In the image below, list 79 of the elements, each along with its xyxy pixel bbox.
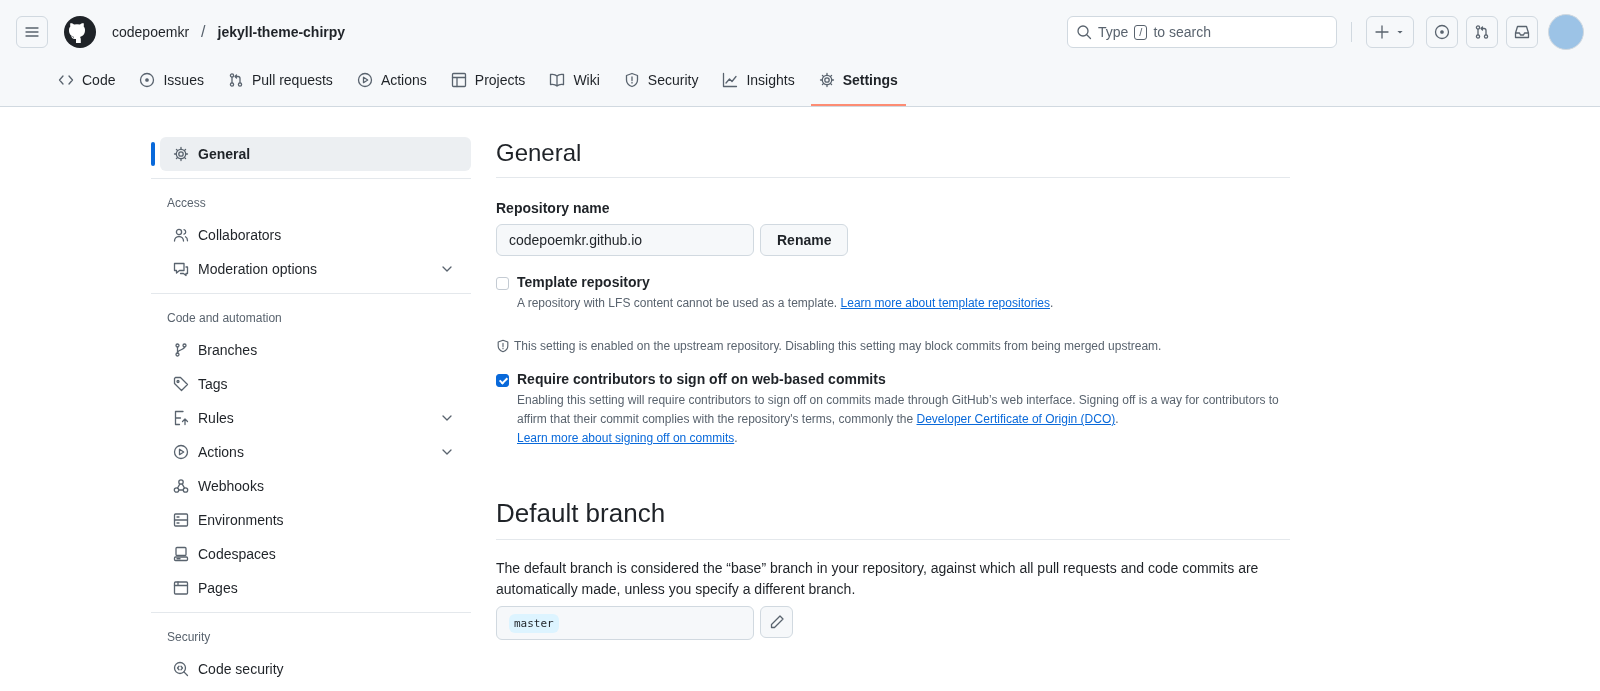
create-button[interactable] — [1366, 16, 1414, 48]
keyboard-key: / — [1134, 24, 1148, 40]
shield-icon — [623, 72, 640, 88]
path-separator: / — [201, 23, 206, 41]
sidebar-heading: Access — [166, 195, 207, 212]
repo-tab[interactable]: Projects — [442, 56, 534, 106]
repository-name-field[interactable]: codepoemkr.github.io — [496, 224, 754, 256]
comment-icon — [173, 261, 189, 277]
issues-button[interactable] — [1426, 16, 1458, 48]
link[interactable]: Learn more about template repositories — [840, 296, 1050, 310]
notice-text: This setting is enabled on the upstream repository. Disabling this setting may block commits from being merged upstream. — [514, 339, 1162, 353]
checkbox-label: Template repository — [517, 274, 651, 290]
repo-tab[interactable]: Issues — [131, 56, 212, 106]
edit-button[interactable] — [760, 606, 793, 638]
menu-button[interactable] — [16, 16, 48, 48]
webhook-icon — [173, 478, 189, 494]
people-icon — [173, 227, 189, 243]
menu-icon — [24, 24, 40, 40]
server-icon — [173, 512, 189, 528]
repo-tab[interactable]: Settings — [810, 56, 906, 106]
rename-button[interactable]: Rename — [760, 224, 849, 256]
pull-request-icon — [227, 72, 244, 88]
sidebar-item[interactable]: Environments — [160, 503, 471, 537]
repo-tab[interactable]: Actions — [348, 56, 435, 106]
search-icon — [1076, 24, 1092, 40]
section-title: General — [496, 139, 1290, 178]
repo-tab[interactable]: Insights — [714, 56, 803, 106]
browser-icon — [173, 580, 189, 596]
play-icon — [173, 444, 189, 460]
sidebar-item[interactable]: Collaborators — [160, 218, 471, 252]
sidebar-item[interactable]: Branches — [160, 333, 471, 367]
sidebar-item[interactable]: Pages — [160, 571, 471, 605]
pull-requests-button[interactable] — [1466, 16, 1498, 48]
setting-description: Enabling this setting will require contributors to sign off on commits made through GitHub’s web interface. Signing off is a way for contributors to affirm that their commit complies with the repository's terms, commonly the Developer Certificate of Origin (DCO). Learn more about signing off on commits. — [517, 392, 1280, 447]
table-icon — [450, 72, 467, 88]
checkbox-label: Require contributors to sign off on web-based commits — [517, 371, 887, 387]
repo-tab[interactable]: Code — [50, 56, 124, 106]
inbox-button[interactable] — [1506, 16, 1538, 48]
field-label: Repository name — [496, 200, 611, 216]
section-title: Default branch — [496, 498, 1290, 540]
document-arrow-icon — [173, 410, 189, 426]
settings-icon — [818, 72, 835, 88]
section-description: The default branch is considered the “base” branch in your repository, against which all pull requests and code commits are automatically made, unless you specify a different branch. — [496, 559, 1260, 599]
inbox-icon — [1514, 24, 1530, 40]
repo-tab[interactable]: Security — [615, 56, 707, 106]
repo-tab[interactable]: Wiki — [541, 56, 608, 106]
sidebar-heading: Security — [166, 629, 212, 646]
play-icon — [356, 72, 373, 88]
sidebar-item[interactable]: Webhooks — [160, 469, 471, 503]
search-field[interactable]: Type / to search — [1067, 16, 1337, 48]
circle-dot-icon — [139, 72, 156, 88]
sidebar-item[interactable]: Rules — [160, 401, 471, 435]
branch-icon — [173, 342, 189, 358]
sidebar-item[interactable]: Tags — [160, 367, 471, 401]
checkbox[interactable] — [496, 277, 509, 290]
tag-icon — [173, 376, 189, 392]
pull-request-icon — [1474, 24, 1490, 40]
sidebar-item[interactable]: Actions — [160, 435, 471, 469]
repo-tab[interactable]: Pull requests — [219, 56, 341, 106]
owner-link[interactable]: codepoemkr — [112, 24, 190, 40]
pencil-icon — [768, 614, 785, 630]
repo-link[interactable]: jekyll-theme-chirpy — [217, 24, 346, 40]
sidebar-item[interactable]: Codespaces — [160, 537, 471, 571]
checkbox[interactable] — [496, 374, 509, 387]
sidebar-item[interactable]: Code security — [160, 652, 471, 686]
sidebar-item[interactable]: Moderation options — [160, 252, 471, 286]
selection-indicator — [151, 142, 155, 166]
sidebar-heading: Code and automation — [166, 310, 283, 327]
settings-icon — [173, 146, 189, 162]
cat-logo-icon[interactable] — [64, 16, 96, 48]
laptop-icon — [173, 546, 189, 562]
circle-dot-icon — [1434, 24, 1450, 40]
shield-icon — [496, 339, 510, 353]
branch-name: master — [509, 613, 559, 633]
graph-icon — [722, 72, 739, 88]
book-icon — [549, 72, 566, 88]
setting-description: A repository with LFS content cannot be used as a template. Learn more about template repositories. — [517, 295, 1054, 312]
plus-icon — [1374, 24, 1390, 40]
magnifier-code-icon — [173, 661, 189, 677]
